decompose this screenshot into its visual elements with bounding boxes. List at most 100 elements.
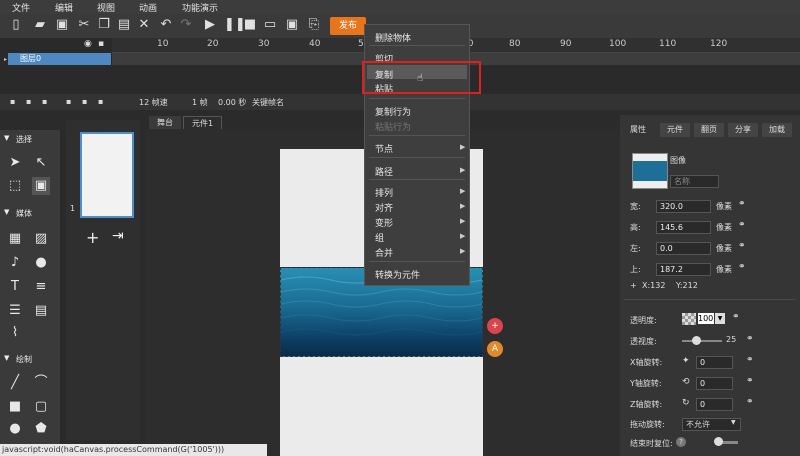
height-field[interactable]: 145.6 [656, 221, 711, 234]
add-folder-icon[interactable]: ▪ [26, 97, 31, 106]
menu-item-group[interactable]: 组 [375, 231, 384, 244]
link-icon[interactable]: ⚭ [746, 397, 754, 407]
link-icon[interactable]: ⚭ [738, 220, 746, 230]
text-tool-icon[interactable]: T [6, 278, 24, 296]
marquee-tool-icon[interactable]: ⬚ [6, 177, 24, 195]
add-text-badge-icon[interactable]: A [487, 341, 503, 357]
code-tool-icon[interactable]: ≡ [32, 278, 50, 296]
play-icon[interactable]: ▶ [202, 17, 218, 33]
remove-frame-icon[interactable]: ▪ [98, 97, 103, 106]
paste-icon[interactable]: ▤ [116, 17, 132, 33]
video-tool-icon[interactable]: ● [32, 254, 50, 272]
add-page-icon[interactable]: + [86, 228, 99, 247]
x-rotation-field[interactable]: 0 [696, 356, 733, 369]
menu-animation[interactable]: 动画 [139, 1, 157, 14]
tab-page-turn[interactable]: 翻页 [694, 123, 724, 137]
eye-icon[interactable]: ◉ [84, 39, 92, 49]
menu-file[interactable]: 文件 [12, 1, 30, 14]
image-tool-icon[interactable]: ▨ [32, 230, 50, 248]
reset-toggle-handle[interactable] [714, 437, 723, 446]
image-thumbnail[interactable] [632, 153, 668, 189]
lock-icon[interactable]: ▪ [98, 39, 104, 49]
tab-symbol1[interactable]: 元件1 [183, 116, 223, 130]
import-page-icon[interactable]: ⇥ [112, 228, 124, 244]
stop-icon[interactable]: ■ [242, 17, 258, 33]
tab-share[interactable]: 分享 [728, 123, 758, 137]
tab-symbols[interactable]: 元件 [660, 123, 690, 137]
export-icon[interactable]: ⎘ [306, 17, 322, 33]
help-icon[interactable]: ? [676, 437, 686, 447]
publish-button[interactable]: 发布 [330, 17, 366, 35]
menu-item-align[interactable]: 对齐 [375, 201, 393, 214]
insert-keyframe-icon[interactable]: ▪ [82, 97, 87, 106]
pause-icon[interactable]: ❚❚ [224, 17, 246, 33]
table-tool-icon[interactable]: ▤ [32, 302, 50, 320]
layer-visibility-icon[interactable]: ▸ [4, 56, 7, 63]
arrow-tool-icon[interactable]: ➤ [6, 154, 24, 172]
undo-icon[interactable]: ↶ [158, 17, 174, 33]
name-input[interactable]: 名称 [670, 175, 719, 188]
new-file-icon[interactable]: ▯ [8, 17, 24, 33]
subselect-tool-icon[interactable]: ↖ [32, 154, 50, 172]
ellipse-tool-icon[interactable]: ● [6, 420, 24, 438]
opacity-dropdown-icon[interactable]: ▼ [715, 313, 725, 324]
add-layer-icon[interactable]: ▪ [10, 97, 15, 106]
image-select-tool-icon[interactable]: ▣ [32, 177, 50, 195]
menu-item-merge[interactable]: 合并 [375, 246, 393, 259]
opacity-field[interactable]: 100 [698, 313, 714, 324]
menu-demo[interactable]: 功能演示 [182, 1, 218, 14]
open-folder-icon[interactable]: ▰ [32, 17, 48, 33]
link-icon[interactable]: ⚭ [738, 262, 746, 272]
layer-row[interactable]: 图层0 [8, 53, 111, 65]
menu-item-node[interactable]: 节点 [375, 142, 393, 155]
rounded-rect-tool-icon[interactable]: ▢ [32, 398, 50, 416]
menu-item-path[interactable]: 路径 [375, 165, 393, 178]
insert-frame-icon[interactable]: ▪ [66, 97, 71, 106]
z-rotation-field[interactable]: 0 [696, 398, 733, 411]
polygon-tool-icon[interactable]: ⬟ [32, 420, 50, 438]
curve-tool-icon[interactable]: ⌒ [32, 374, 50, 392]
media-section-header[interactable]: ▼ 媒体 [0, 208, 60, 220]
opacity-swatch[interactable] [682, 313, 696, 325]
link-icon[interactable]: ⚭ [738, 199, 746, 209]
line-tool-icon[interactable]: ╱ [6, 374, 24, 392]
audio-tool-icon[interactable]: ♪ [6, 254, 24, 272]
redo-icon[interactable]: ↷ [178, 17, 194, 33]
menu-item-paste-behavior[interactable]: 粘贴行为 [375, 120, 411, 133]
perspective-slider-track[interactable] [682, 340, 722, 342]
list-tool-icon[interactable]: ☰ [6, 302, 24, 320]
menu-item-convert-to-symbol[interactable]: 转换为元件 [375, 268, 420, 281]
top-field[interactable]: 187.2 [656, 263, 711, 276]
delete-icon[interactable]: ✕ [136, 17, 152, 33]
link-icon[interactable]: ⚭ [746, 355, 754, 365]
grid-tool-icon[interactable]: ▦ [6, 230, 24, 248]
link-icon[interactable]: ⚭ [746, 376, 754, 386]
menu-item-delete[interactable]: 删除物体 [375, 31, 411, 44]
tab-load[interactable]: 加载 [762, 123, 792, 137]
menu-item-arrange[interactable]: 排列 [375, 186, 393, 199]
y-rotation-field[interactable]: 0 [696, 377, 733, 390]
width-field[interactable]: 320.0 [656, 200, 711, 213]
page-thumbnail[interactable] [80, 132, 134, 218]
menu-edit[interactable]: 编辑 [55, 1, 73, 14]
add-behavior-badge-icon[interactable]: + [487, 318, 503, 334]
link-icon[interactable]: ⚭ [746, 334, 754, 344]
tab-properties[interactable]: 属性 [624, 123, 652, 137]
link-icon[interactable]: ⚭ [732, 312, 740, 322]
copy-icon[interactable]: ❐ [96, 17, 112, 33]
perspective-slider-handle[interactable] [692, 336, 701, 345]
rectangle-tool-icon[interactable]: ■ [6, 398, 24, 416]
left-field[interactable]: 0.0 [656, 242, 711, 255]
select-section-header[interactable]: ▼ 选择 [0, 134, 60, 146]
menu-item-copy-behavior[interactable]: 复制行为 [375, 105, 411, 118]
link-icon[interactable]: ⚭ [738, 241, 746, 251]
chart-tool-icon[interactable]: ⌇ [6, 324, 24, 342]
delete-layer-icon[interactable]: ▪ [42, 97, 47, 106]
screen-icon[interactable]: ▣ [284, 17, 300, 33]
draw-section-header[interactable]: ▼ 绘制 [0, 354, 60, 366]
preview-icon[interactable]: ▭ [262, 17, 278, 33]
menu-view[interactable]: 视图 [97, 1, 115, 14]
menu-item-transform[interactable]: 变形 [375, 216, 393, 229]
save-icon[interactable]: ▣ [54, 17, 70, 33]
cut-icon[interactable]: ✂ [76, 17, 92, 33]
